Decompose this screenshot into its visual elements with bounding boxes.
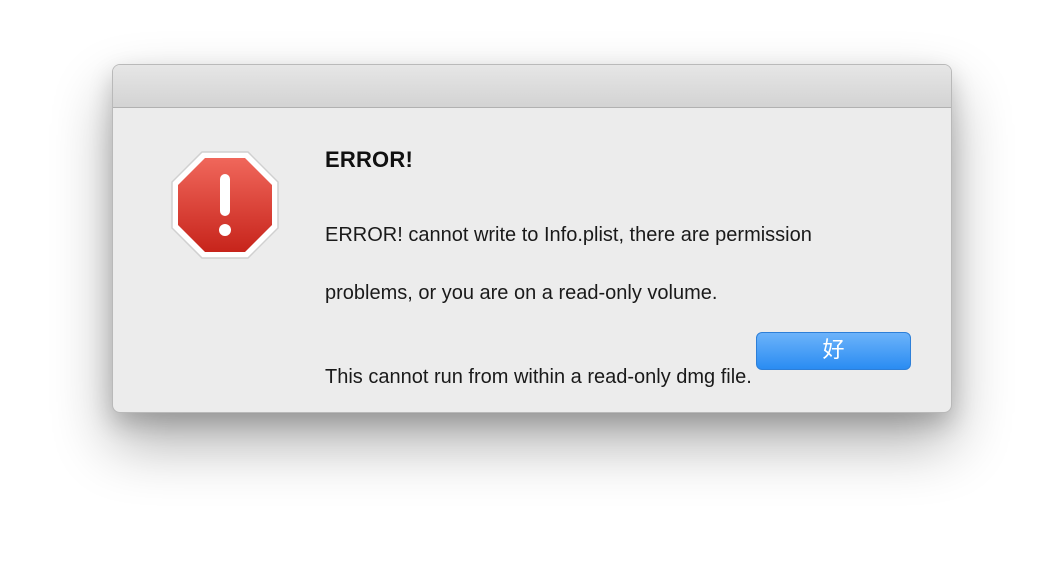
- stop-sign-exclamation-icon: [170, 150, 280, 260]
- message-line-2: problems, or you are on a read-only volu…: [325, 282, 718, 304]
- dialog-titlebar[interactable]: [113, 65, 951, 108]
- alert-dialog: ERROR! ERROR! cannot write to Info.plist…: [112, 64, 952, 413]
- screen: ERROR! ERROR! cannot write to Info.plist…: [0, 0, 1064, 574]
- dialog-heading: ERROR!: [325, 147, 413, 172]
- dialog-message: ERROR! cannot write to Info.plist, there…: [325, 192, 925, 412]
- message-line-1: ERROR! cannot write to Info.plist, there…: [325, 224, 812, 246]
- ok-button[interactable]: 好: [756, 332, 911, 370]
